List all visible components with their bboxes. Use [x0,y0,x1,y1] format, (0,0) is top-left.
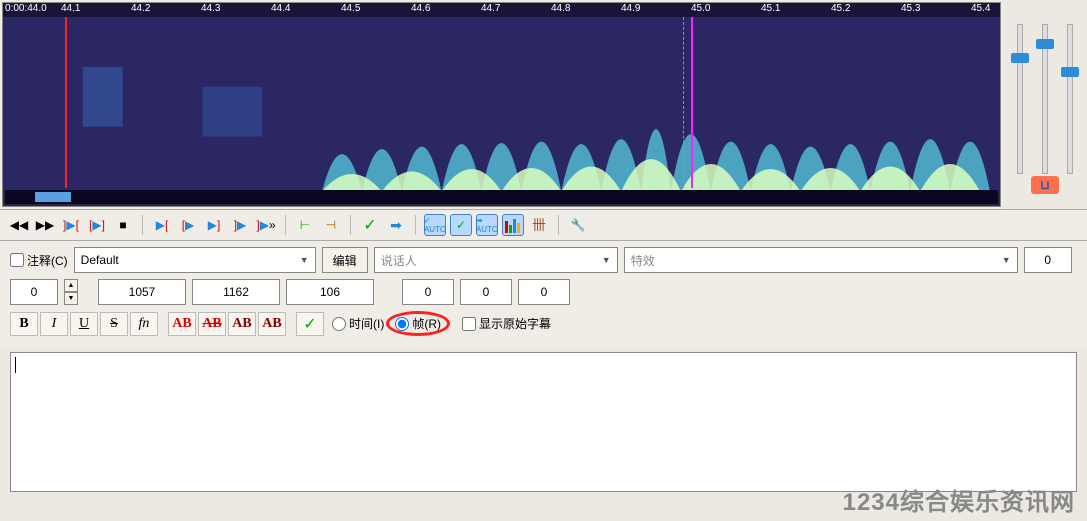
play-to-end-button[interactable]: ]▶» [255,214,277,236]
actor-select[interactable]: 说话人▼ [374,247,618,273]
scrollbar-thumb[interactable] [35,192,71,202]
watermark-text: 1234综合娱乐资讯网 [843,482,1075,517]
prev-line-button[interactable]: ◀◀ [8,214,30,236]
time-ruler[interactable]: 0:00:44.0 44.1 44.2 44.3 44.4 44.5 44.6 … [3,3,1000,17]
spectrogram-panel[interactable]: 0:00:44.0 44.1 44.2 44.3 44.4 44.5 44.6 … [2,2,1001,207]
commit-text-button[interactable]: ✓ [296,312,324,336]
next-line-button[interactable]: ▶▶ [34,214,56,236]
start-time-input[interactable]: 1057 [98,279,186,305]
comment-checkbox[interactable]: 注释(C) [10,252,68,269]
layer-up-button[interactable]: ▲ [64,279,78,292]
play-line-button[interactable]: [▶] [86,214,108,236]
margin-right-input[interactable]: 0 [1024,247,1072,273]
subtitle-text-input[interactable] [10,352,1077,492]
frame-mode-radio[interactable]: 帧(R) [395,315,441,332]
go-button[interactable]: ➡ [385,214,407,236]
link-toggle-button[interactable]: ⊔ [1031,176,1059,194]
playback-cursor[interactable] [691,17,693,188]
zoom-slider-v[interactable] [1042,24,1048,174]
font-button[interactable]: fn [130,312,158,336]
layer-input[interactable]: 0 [10,279,58,305]
spectrum-mode-button[interactable] [502,214,524,236]
color2-button[interactable]: AB [198,312,226,336]
horizontal-scrollbar[interactable] [5,190,998,204]
audio-toolbar: ◀◀ ▶▶ ]▶[ [▶] ■ ▶[ [▶ ▶] ]▶ ]▶» ⊢ ⊣ ✓ ➡ … [0,209,1087,241]
commit-button[interactable]: ✓ [359,214,381,236]
chevron-down-icon: ▼ [300,255,309,265]
color4-button[interactable]: AB [258,312,286,336]
settings-button[interactable]: 🔧 [567,214,589,236]
play-after-start-button[interactable]: [▶ [177,214,199,236]
frame-mode-highlight: 帧(R) [386,311,450,336]
spectrogram-display[interactable] [3,17,1000,188]
auto-next-button[interactable]: ➡AUTO [476,214,498,236]
play-selection-button[interactable]: ]▶[ [60,214,82,236]
chevron-down-icon: ▼ [602,255,611,265]
time-mode-radio[interactable]: 时间(I) [332,315,384,332]
ruler-start: 0:00:44.0 [5,3,47,14]
end-time-input[interactable]: 1162 [192,279,280,305]
duration-input[interactable]: 106 [286,279,374,305]
strike-button[interactable]: S [100,312,128,336]
color3-button[interactable]: AB [228,312,256,336]
style-select[interactable]: Default▼ [74,247,316,273]
selection-start-marker[interactable] [65,17,67,188]
show-original-checkbox[interactable]: 显示原始字幕 [462,315,551,332]
volume-slider[interactable] [1067,24,1073,174]
effect-select[interactable]: 特效▼ [624,247,1018,273]
bold-button[interactable]: B [10,312,38,336]
margin-l-input[interactable]: 0 [402,279,454,305]
keyframe-marker [683,17,684,188]
chevron-down-icon: ▼ [1002,255,1011,265]
play-before-end-button[interactable]: ▶] [203,214,225,236]
margin-r2-input[interactable]: 0 [460,279,512,305]
italic-button[interactable]: I [40,312,68,336]
play-after-end-button[interactable]: ]▶ [229,214,251,236]
lead-out-button[interactable]: ⊣ [320,214,342,236]
layer-down-button[interactable]: ▼ [64,292,78,305]
auto-scroll-button[interactable]: ✓AUTO [424,214,446,236]
auto-commit-button[interactable]: ✓ [450,214,472,236]
stop-button[interactable]: ■ [112,214,134,236]
edit-style-button[interactable]: 编辑 [322,247,368,273]
slider-panel: ⊔ [1003,0,1087,209]
underline-button[interactable]: U [70,312,98,336]
color1-button[interactable]: AB [168,312,196,336]
margin-v-input[interactable]: 0 [518,279,570,305]
zoom-slider-h[interactable] [1017,24,1023,174]
lead-in-button[interactable]: ⊢ [294,214,316,236]
play-before-start-button[interactable]: ▶[ [151,214,173,236]
karaoke-button[interactable]: 卌 [528,214,550,236]
